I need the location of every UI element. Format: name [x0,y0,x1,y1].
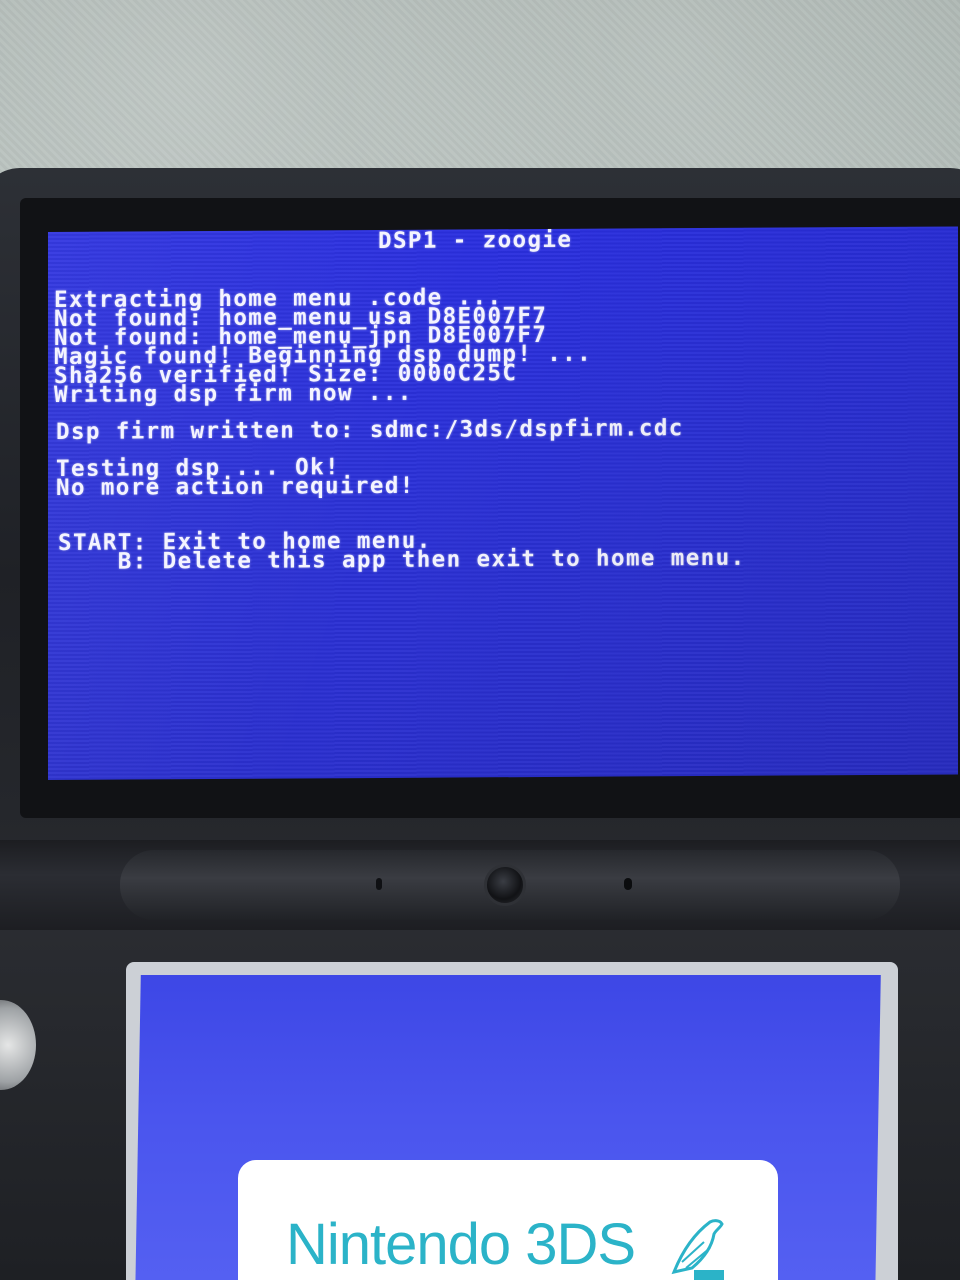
camera-icon [484,864,526,906]
photo-scene: DSP1 - zoogie Extracting home menu .code… [0,0,960,1280]
terminal-b-hint: B: Delete this app then exit to home men… [58,544,746,575]
microphone-icon [376,878,382,890]
terminal-line: Writing dsp firm now ... [54,379,413,408]
terminal-line: Dsp firm written to: sdmc:/3ds/dspfirm.c… [56,415,684,445]
brand-wordmark: Nintendo 3DS [286,1212,636,1277]
top-screen: DSP1 - zoogie Extracting home menu .code… [48,226,958,781]
background-cloth [0,0,960,190]
terminal-line: No more action required! [56,472,415,501]
terminal-title: DSP1 - zoogie [378,226,573,254]
terminal-output: DSP1 - zoogie Extracting home menu .code… [48,226,958,780]
bird-logo-icon [671,1219,724,1280]
led-indicator [624,878,632,890]
